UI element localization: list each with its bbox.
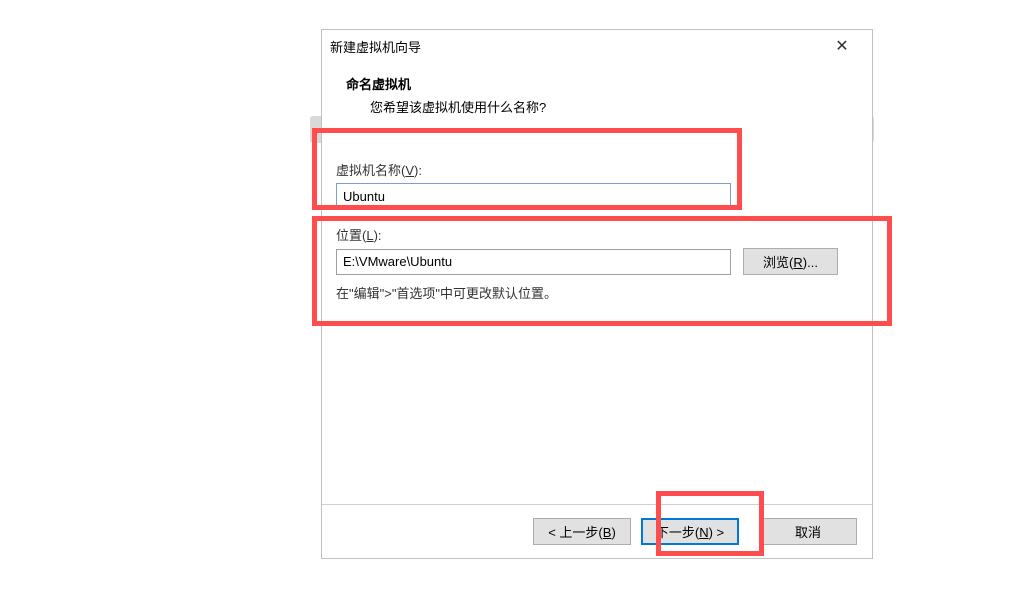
browse-key: R (793, 255, 802, 270)
vm-name-group: 虚拟机名称(V): (336, 160, 858, 209)
dialog-title: 新建虚拟机向导 (330, 37, 421, 56)
vm-name-label-suffix: ): (414, 163, 422, 178)
browse-suffix: )... (803, 255, 818, 270)
back-button[interactable]: < 上一步(B) (533, 518, 631, 545)
close-button[interactable]: ✕ (822, 32, 862, 60)
header-title: 命名虚拟机 (346, 74, 872, 93)
back-prefix: < 上一步( (548, 525, 603, 540)
browse-button[interactable]: 浏览(R)... (743, 248, 838, 275)
location-row: 浏览(R)... (336, 248, 858, 275)
vm-name-label: 虚拟机名称(V): (336, 160, 858, 179)
content-area: 虚拟机名称(V): 位置(L): 浏览(R)... 在"编辑">"首选项"中可更… (322, 134, 872, 504)
next-key: N (699, 525, 708, 540)
location-label-prefix: 位置( (336, 228, 366, 243)
titlebar: 新建虚拟机向导 ✕ (322, 30, 872, 62)
cancel-button[interactable]: 取消 (759, 518, 857, 545)
location-hint: 在"编辑">"首选项"中可更改默认位置。 (336, 283, 858, 302)
next-suffix: ) > (709, 525, 725, 540)
vm-name-label-key: V (405, 163, 414, 178)
location-label: 位置(L): (336, 225, 858, 244)
header-section: 命名虚拟机 您希望该虚拟机使用什么名称? (322, 62, 872, 134)
next-button[interactable]: 下一步(N) > (641, 518, 739, 545)
back-suffix: ) (611, 525, 615, 540)
header-subtitle: 您希望该虚拟机使用什么名称? (370, 97, 872, 116)
browse-prefix: 浏览( (763, 255, 793, 270)
location-input[interactable] (336, 249, 731, 275)
close-icon: ✕ (835, 36, 848, 56)
location-label-suffix: ): (374, 228, 382, 243)
next-prefix: 下一步( (656, 525, 699, 540)
new-vm-wizard-dialog: 新建虚拟机向导 ✕ 命名虚拟机 您希望该虚拟机使用什么名称? 虚拟机名称(V):… (321, 29, 873, 559)
location-group: 位置(L): 浏览(R)... 在"编辑">"首选项"中可更改默认位置。 (336, 225, 858, 302)
footer: < 上一步(B) 下一步(N) > 取消 (322, 504, 872, 558)
vm-name-input[interactable] (336, 183, 731, 209)
cancel-label: 取消 (795, 525, 821, 540)
vm-name-label-prefix: 虚拟机名称( (336, 163, 405, 178)
location-label-key: L (366, 228, 373, 243)
